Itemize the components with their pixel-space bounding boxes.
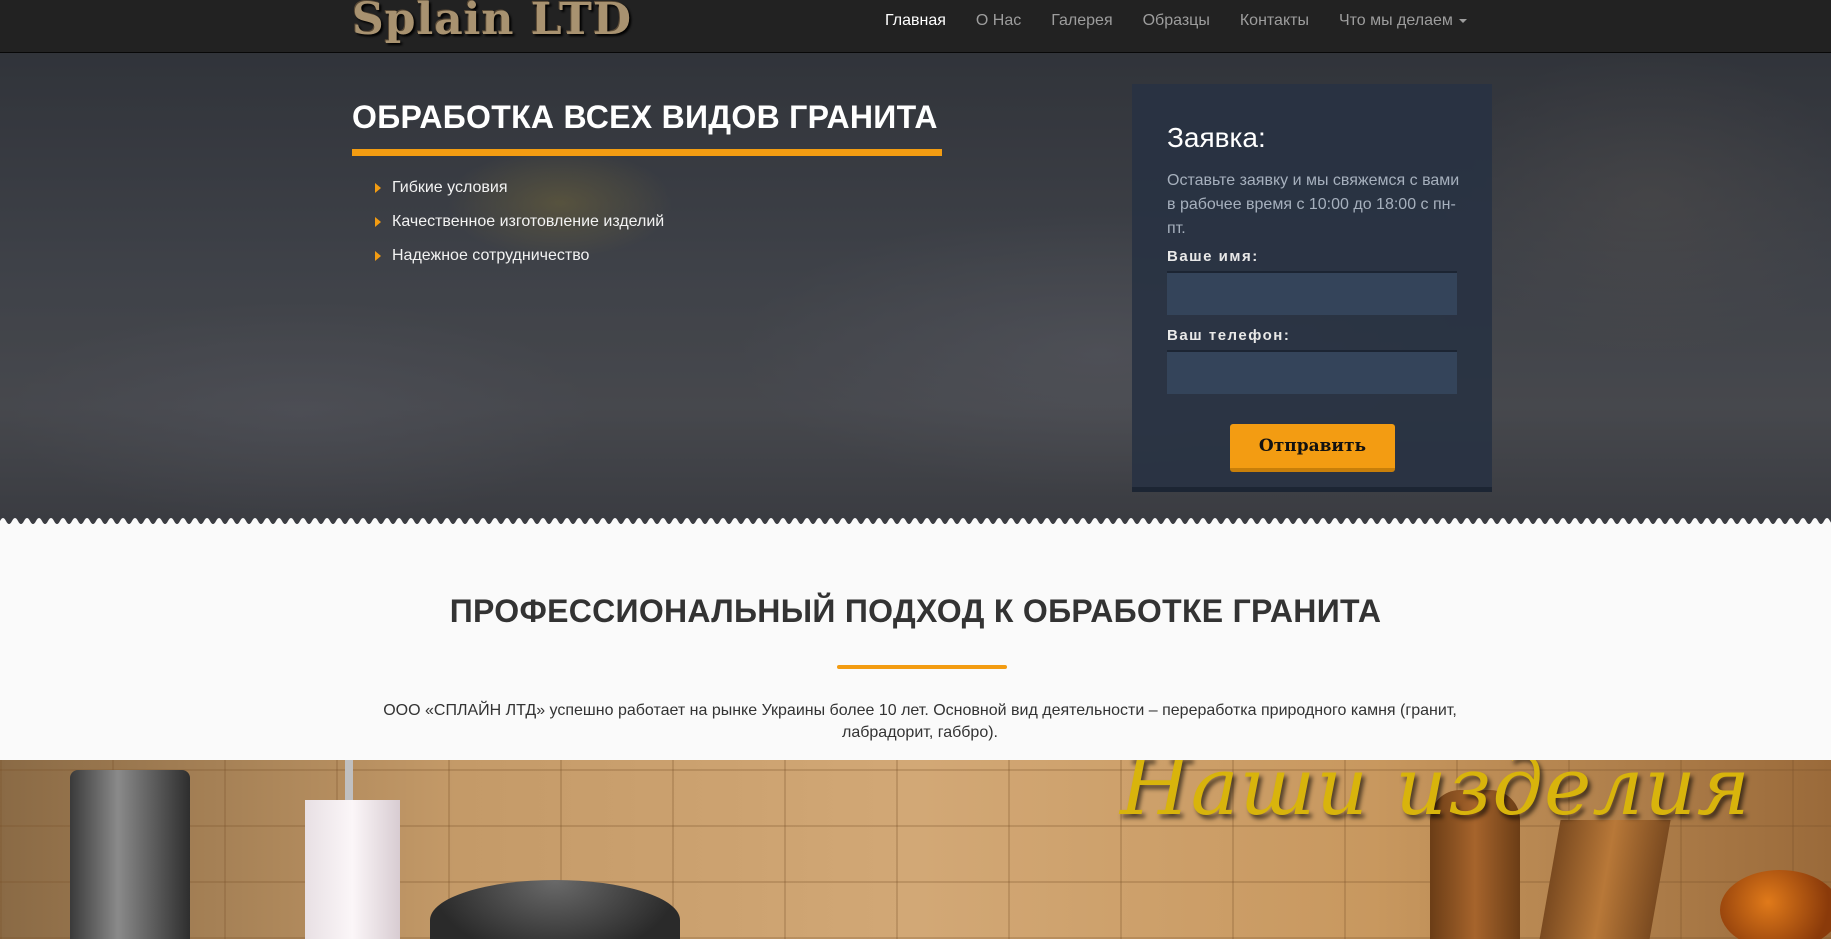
- nav-item-home[interactable]: Главная: [885, 12, 946, 30]
- arrow-right-icon: [375, 251, 381, 261]
- products-title: Наши изделия: [1120, 760, 1751, 833]
- feature-text: Качественное изготовление изделий: [392, 213, 665, 230]
- kitchen-image: [1720, 870, 1831, 939]
- arrow-right-icon: [375, 183, 381, 193]
- nav-item-gallery[interactable]: Галерея: [1051, 12, 1112, 30]
- feature-text: Гибкие условия: [392, 179, 508, 196]
- products-section: Наши изделия: [0, 760, 1831, 939]
- name-input[interactable]: [1167, 271, 1457, 315]
- kitchen-image: [305, 800, 400, 939]
- nav-item-services-label: Что мы делаем: [1338, 12, 1453, 29]
- phone-input[interactable]: [1167, 350, 1457, 394]
- feature-list: Гибкие условия Качественное изготовление…: [375, 171, 664, 273]
- hero-title-underline: [352, 149, 942, 156]
- phone-label: Ваш телефон:: [1167, 327, 1291, 344]
- about-text: ООО «СПЛАЙН ЛТД» успешно работает на рын…: [383, 702, 1457, 741]
- nav-item-contacts[interactable]: Контакты: [1240, 12, 1309, 30]
- submit-button[interactable]: Отправить: [1230, 424, 1395, 472]
- about-title-underline: [837, 665, 1007, 669]
- navbar: Splain LTD Главная О Нас Галерея Образцы…: [0, 0, 1831, 53]
- request-form: Заявка: Оставьте заявку и мы свяжемся с …: [1132, 84, 1492, 492]
- about-section: ПРОФЕССИОНАЛЬНЫЙ ПОДХОД К ОБРАБОТКЕ ГРАН…: [0, 525, 1831, 760]
- kitchen-image: [345, 760, 353, 805]
- site-logo[interactable]: Splain LTD: [352, 0, 632, 45]
- feature-text: Надежное сотрудничество: [392, 247, 590, 264]
- form-description: Оставьте заявку и мы свяжемся с вами в р…: [1167, 172, 1460, 237]
- nav-item-about[interactable]: О Нас: [976, 12, 1021, 30]
- nav-menu: Главная О Нас Галерея Образцы Контакты Ч…: [885, 0, 1497, 42]
- kitchen-image: [1539, 820, 1671, 939]
- hero-title: ОБРАБОТКА ВСЕХ ВИДОВ ГРАНИТА: [352, 99, 938, 135]
- form-title: Заявка:: [1167, 122, 1266, 153]
- caret-down-icon: [1458, 18, 1467, 23]
- arrow-right-icon: [375, 217, 381, 227]
- feature-item: Качественное изготовление изделий: [375, 205, 664, 239]
- kitchen-image: [70, 770, 190, 939]
- wave-divider: [0, 515, 1831, 527]
- feature-item: Гибкие условия: [375, 171, 664, 205]
- feature-item: Надежное сотрудничество: [375, 239, 664, 273]
- about-title: ПРОФЕССИОНАЛЬНЫЙ ПОДХОД К ОБРАБОТКЕ ГРАН…: [449, 593, 1382, 629]
- nav-item-services-dropdown[interactable]: Что мы делаем: [1339, 12, 1467, 30]
- hero-section: ОБРАБОТКА ВСЕХ ВИДОВ ГРАНИТА Гибкие усло…: [0, 53, 1831, 525]
- nav-item-samples[interactable]: Образцы: [1143, 12, 1210, 30]
- kitchen-image: [430, 880, 680, 939]
- name-label: Ваше имя:: [1167, 248, 1259, 265]
